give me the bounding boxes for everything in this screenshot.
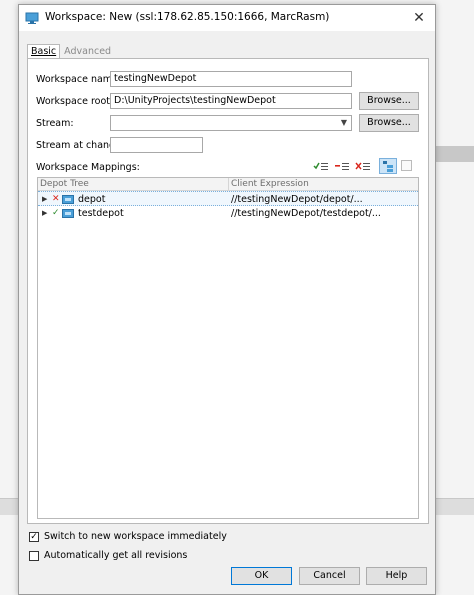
window-title: Workspace: New (ssl:178.62.85.150:1666, … [45, 11, 330, 23]
monitor-icon [25, 12, 39, 24]
auto-get-revisions-checkbox[interactable] [29, 551, 39, 561]
column-client-expression[interactable]: Client Expression [231, 178, 309, 190]
tree-view-icon [383, 161, 393, 172]
include-mark-icon: ✓ [52, 208, 60, 218]
background-band [436, 146, 474, 162]
column-depot-tree[interactable]: Depot Tree [40, 178, 89, 190]
stream-at-change-input[interactable] [110, 137, 203, 153]
cancel-button[interactable]: Cancel [299, 567, 360, 585]
auto-get-revisions-label: Automatically get all revisions [44, 550, 188, 561]
stream-browse-button[interactable]: Browse... [359, 114, 419, 132]
root-browse-button[interactable]: Browse... [359, 92, 419, 110]
switch-workspace-label: Switch to new workspace immediately [44, 531, 227, 542]
row-expression: //testingNewDepot/testdepot/... [231, 208, 381, 219]
workspace-mappings-label: Workspace Mappings: [36, 162, 140, 173]
tree-view-toggle[interactable] [379, 158, 397, 174]
basic-panel: Workspace name: testingNewDepot Workspac… [27, 58, 429, 524]
row-name: testdepot [78, 208, 124, 219]
ok-button[interactable]: OK [231, 567, 292, 585]
close-button[interactable]: ✕ [407, 7, 431, 29]
depot-icon [62, 195, 74, 204]
table-header: Depot Tree Client Expression [38, 178, 418, 191]
tab-basic[interactable]: Basic [27, 44, 61, 59]
exclude-mapping-icon[interactable] [334, 159, 350, 173]
workspace-dialog: Workspace: New (ssl:178.62.85.150:1666, … [18, 4, 436, 595]
text-view-icon[interactable] [401, 160, 412, 171]
help-button[interactable]: Help [366, 567, 427, 585]
switch-workspace-checkbox[interactable]: ✓ [29, 532, 39, 542]
workspace-name-input[interactable]: testingNewDepot [110, 71, 352, 87]
depot-icon [62, 209, 74, 218]
include-mapping-icon[interactable] [313, 159, 329, 173]
table-row[interactable]: ▶ ✓ testdepot //testingNewDepot/testdepo… [38, 206, 418, 221]
chevron-down-icon[interactable]: ▼ [337, 116, 351, 130]
tab-bar: Basic Advanced [27, 44, 115, 59]
row-expression: //testingNewDepot/depot/... [231, 194, 363, 205]
table-row[interactable]: ▶ ✕ depot //testingNewDepot/depot/... [38, 191, 418, 206]
expand-arrow-icon[interactable]: ▶ [42, 206, 47, 221]
remove-mapping-icon[interactable] [355, 159, 371, 173]
close-icon: ✕ [413, 10, 425, 26]
depot-tree-table: Depot Tree Client Expression ▶ ✕ depot /… [37, 177, 419, 519]
stream-combobox[interactable]: ▼ [110, 115, 352, 131]
expand-arrow-icon[interactable]: ▶ [42, 192, 47, 207]
workspace-root-input[interactable]: D:\UnityProjects\testingNewDepot [110, 93, 352, 109]
workspace-name-label: Workspace name: [36, 74, 122, 85]
stream-label: Stream: [36, 118, 74, 129]
title-bar: Workspace: New (ssl:178.62.85.150:1666, … [19, 5, 435, 31]
exclude-mark-icon: ✕ [52, 194, 60, 204]
row-name: depot [78, 194, 106, 205]
workspace-root-label: Workspace root: [36, 96, 114, 107]
